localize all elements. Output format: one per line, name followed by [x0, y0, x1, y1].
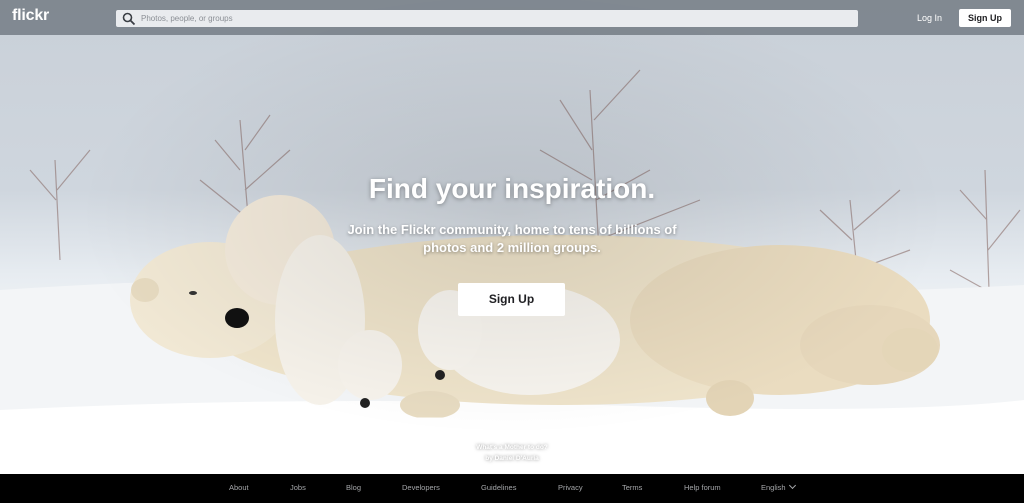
- language-label: English: [761, 483, 786, 492]
- hero-subline: Join the Flickr community, home to tens …: [347, 222, 677, 255]
- search-icon[interactable]: [122, 12, 136, 26]
- footer-link-about[interactable]: About: [229, 483, 249, 492]
- footer-link-help-forum[interactable]: Help forum: [684, 483, 721, 492]
- flickr-logo[interactable]: flickr: [12, 7, 49, 25]
- footer-link-jobs[interactable]: Jobs: [290, 483, 306, 492]
- hero-signup-button[interactable]: Sign Up: [458, 283, 565, 316]
- top-nav: flickr Log In Sign Up: [0, 0, 1024, 35]
- search-input[interactable]: [141, 14, 841, 23]
- language-selector[interactable]: English: [761, 481, 796, 492]
- search-bar[interactable]: [116, 10, 858, 27]
- footer-link-privacy[interactable]: Privacy: [558, 483, 583, 492]
- header-signup-button[interactable]: Sign Up: [959, 9, 1011, 27]
- footer-link-developers[interactable]: Developers: [402, 483, 440, 492]
- footer-link-terms[interactable]: Terms: [622, 483, 642, 492]
- photo-author[interactable]: by Daniel D'Auria: [0, 453, 1024, 464]
- footer: About Jobs Blog Developers Guidelines Pr…: [0, 474, 1024, 503]
- chevron-down-icon: [788, 481, 796, 490]
- footer-link-guidelines[interactable]: Guidelines: [481, 483, 516, 492]
- photo-title[interactable]: What's a Mother to do?: [0, 442, 1024, 453]
- footer-link-blog[interactable]: Blog: [346, 483, 361, 492]
- hero-headline: Find your inspiration.: [368, 173, 656, 204]
- photo-credit[interactable]: What's a Mother to do? by Daniel D'Auria: [0, 442, 1024, 464]
- login-link[interactable]: Log In: [917, 13, 942, 23]
